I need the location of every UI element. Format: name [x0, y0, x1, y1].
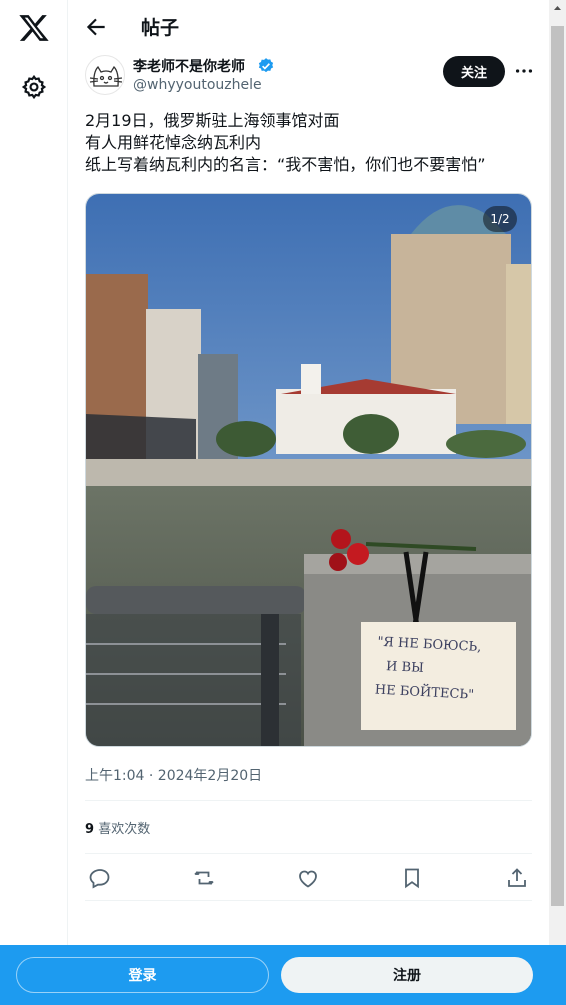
header: 帖子	[69, 0, 549, 53]
reply-icon[interactable]	[88, 866, 112, 890]
follow-button[interactable]: 关注	[443, 56, 505, 87]
arrow-left-icon[interactable]	[83, 14, 109, 40]
scroll-up-arrow-icon[interactable]	[549, 0, 566, 17]
likes-count: 9	[85, 822, 95, 837]
left-rail	[0, 0, 68, 945]
more-options-icon[interactable]	[513, 59, 535, 83]
tweet-timestamp[interactable]: 上午1:04 · 2024年2月20日	[85, 765, 262, 785]
likes-label: 喜欢次数	[98, 822, 151, 837]
tweet-text-line: 有人用鲜花悼念纳瓦利内	[85, 133, 262, 152]
photo-counter: 1/2	[483, 206, 517, 232]
main-column: 帖子 李老师不是你老师 @whyyoutouzhele 关注 2月19日，俄罗斯…	[69, 0, 549, 945]
avatar[interactable]	[85, 55, 125, 95]
tweet-text: 2月19日，俄罗斯驻上海领事馆对面 有人用鲜花悼念纳瓦利内 纸上写着纳瓦利内的名…	[85, 110, 535, 176]
tweet-text-line: 纸上写着纳瓦利内的名言：“我不害怕，你们也不要害怕”	[85, 155, 486, 174]
retweet-icon[interactable]	[192, 866, 216, 890]
bookmark-icon[interactable]	[400, 866, 424, 890]
bottom-auth-bar: 登录 注册	[0, 945, 566, 1005]
scrollbar-thumb[interactable]	[551, 26, 564, 906]
like-icon[interactable]	[296, 866, 320, 890]
tweet-text-line: 2月19日，俄罗斯驻上海领事馆对面	[85, 111, 340, 130]
signup-button[interactable]: 注册	[281, 957, 533, 993]
login-button[interactable]: 登录	[16, 957, 269, 993]
divider	[85, 800, 532, 801]
divider	[85, 853, 532, 854]
user-handle[interactable]: @whyyoutouzhele	[133, 77, 262, 93]
gear-icon[interactable]	[21, 74, 47, 100]
verified-badge-icon	[258, 58, 274, 73]
divider	[85, 900, 532, 901]
likes-count-row[interactable]: 9 喜欢次数	[85, 818, 150, 837]
scrollbar[interactable]	[549, 0, 566, 945]
x-logo-icon[interactable]	[18, 12, 50, 44]
photo-sign-text: "Я НЕ БОЮСЬ, И ВЫ НЕ БОЙТЕСЬ"	[374, 631, 508, 710]
page-title: 帖子	[141, 17, 180, 39]
share-icon[interactable]	[505, 866, 529, 890]
tweet-photo[interactable]: "Я НЕ БОЮСЬ, И ВЫ НЕ БОЙТЕСЬ" 1/2	[85, 193, 532, 747]
cat-avatar-icon	[89, 65, 123, 87]
display-name[interactable]: 李老师不是你老师	[133, 56, 245, 76]
